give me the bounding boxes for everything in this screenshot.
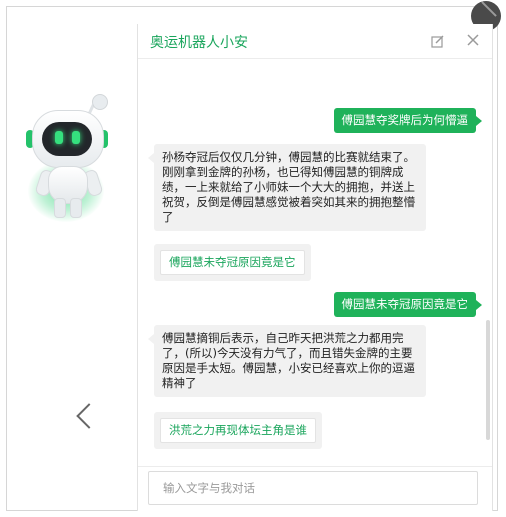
message-text: 傅园慧未夺冠原因竟是它 <box>341 297 469 311</box>
robot-mascot <box>22 86 122 222</box>
robot-antenna <box>92 94 108 110</box>
chat-input[interactable] <box>148 471 478 505</box>
suggestion-button[interactable]: 傅园慧未夺冠原因竟是它 <box>160 250 305 275</box>
bot-message: 傅园慧摘铜后表示，自己昨天把洪荒之力都用完了，(所以)今天没有力气了，而且错失金… <box>148 325 426 397</box>
chat-title: 奥运机器人小安 <box>150 35 248 51</box>
scrollbar[interactable] <box>486 320 490 440</box>
user-message: 傅园慧未夺冠原因竟是它 <box>333 292 482 317</box>
bot-message: 孙杨夺冠后仅仅几分钟，傅园慧的比赛就结束了。刚刚拿到金牌的孙杨，也已得知傅园慧的… <box>148 144 426 231</box>
suggestion-container: 洪荒之力再现体坛主角是谁 <box>154 412 322 449</box>
robot-face <box>42 122 92 156</box>
chat-panel: 奥运机器人小安 傅园慧夺奖牌后为何懵逼 孙杨夺冠后仅仅几分钟，傅园慧的比赛就结束… <box>137 24 493 511</box>
suggestion-container: 傅园慧未夺冠原因竟是它 <box>154 244 311 281</box>
input-area <box>138 466 492 512</box>
robot-body <box>48 166 88 204</box>
robot-leg-left <box>54 198 66 218</box>
user-message: 傅园慧夺奖牌后为何懵逼 <box>333 108 482 133</box>
robot-eye-right <box>72 131 80 144</box>
chat-header: 奥运机器人小安 <box>138 24 492 59</box>
message-list: 傅园慧夺奖牌后为何懵逼 孙杨夺冠后仅仅几分钟，傅园慧的比赛就结束了。刚刚拿到金牌… <box>138 60 492 464</box>
message-text: 孙杨夺冠后仅仅几分钟，傅园慧的比赛就结束了。刚刚拿到金牌的孙杨，也已得知傅园慧的… <box>162 150 415 224</box>
suggestion-button[interactable]: 洪荒之力再现体坛主角是谁 <box>160 418 316 443</box>
message-text: 傅园慧摘铜后表示，自己昨天把洪荒之力都用完了，(所以)今天没有力气了，而且错失金… <box>162 331 415 390</box>
message-text: 傅园慧夺奖牌后为何懵逼 <box>341 113 469 127</box>
robot-leg-right <box>70 198 82 218</box>
robot-eye-left <box>55 131 63 144</box>
edit-icon[interactable] <box>431 34 445 48</box>
close-icon[interactable] <box>465 32 481 48</box>
